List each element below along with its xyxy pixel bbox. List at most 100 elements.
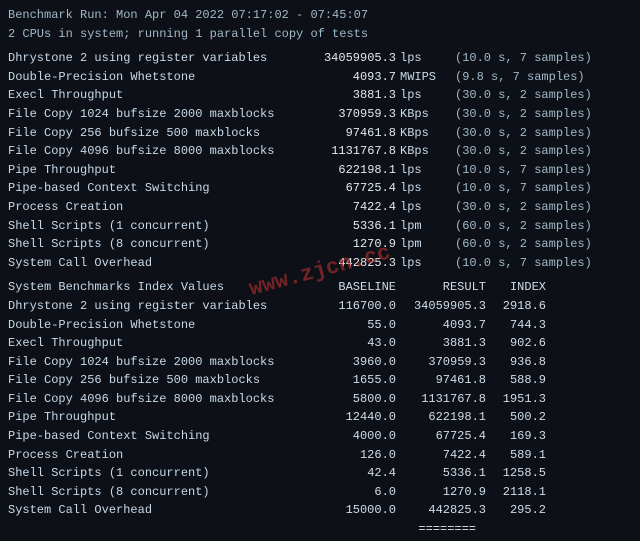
table-row: Shell Scripts (1 concurrent) 42.4 5336.1… <box>8 464 632 483</box>
table-row-baseline: 15000.0 <box>306 501 396 520</box>
perf-row-value: 5336.1 <box>306 217 396 236</box>
table-header-baseline: BASELINE <box>306 278 396 297</box>
table-row-name: System Call Overhead <box>8 501 306 520</box>
perf-row-name: Shell Scripts (1 concurrent) <box>8 217 306 236</box>
table-row-index: 589.1 <box>486 446 546 465</box>
perf-row-extra: (30.0 s, 2 samples) <box>451 124 592 143</box>
perf-row-name: File Copy 256 bufsize 500 maxblocks <box>8 124 306 143</box>
table-row-index: 295.2 <box>486 501 546 520</box>
table-row-baseline: 42.4 <box>306 464 396 483</box>
table-row-result: 7422.4 <box>396 446 486 465</box>
perf-row-extra: (10.0 s, 7 samples) <box>451 49 592 68</box>
table-row-name: Double-Precision Whetstone <box>8 316 306 335</box>
table-row-result: 5336.1 <box>396 464 486 483</box>
perf-row: System Call Overhead 442825.3 lps (10.0 … <box>8 254 632 273</box>
perf-row-name: Pipe-based Context Switching <box>8 179 306 198</box>
table-row-name: File Copy 256 bufsize 500 maxblocks <box>8 371 306 390</box>
table-row: Pipe-based Context Switching 4000.0 6772… <box>8 427 632 446</box>
perf-row: Pipe Throughput 622198.1 lps (10.0 s, 7 … <box>8 161 632 180</box>
table-row-result: 34059905.3 <box>396 297 486 316</box>
perf-row: Execl Throughput 3881.3 lps (30.0 s, 2 s… <box>8 86 632 105</box>
table-row-baseline: 43.0 <box>306 334 396 353</box>
perf-row-value: 34059905.3 <box>306 49 396 68</box>
perf-row-extra: (30.0 s, 2 samples) <box>451 198 592 217</box>
perf-row-name: File Copy 4096 bufsize 8000 maxblocks <box>8 142 306 161</box>
table-row-name: File Copy 4096 bufsize 8000 maxblocks <box>8 390 306 409</box>
table-row-result: 1131767.8 <box>396 390 486 409</box>
table-row: Process Creation 126.0 7422.4 589.1 <box>8 446 632 465</box>
table-row-result: 370959.3 <box>396 353 486 372</box>
table-row-index: 744.3 <box>486 316 546 335</box>
perf-row-value: 370959.3 <box>306 105 396 124</box>
table-row-result: 97461.8 <box>396 371 486 390</box>
table-row-name: Pipe-based Context Switching <box>8 427 306 446</box>
table-row: System Call Overhead 15000.0 442825.3 29… <box>8 501 632 520</box>
perf-row-extra: (10.0 s, 7 samples) <box>451 254 592 273</box>
terminal: www.zjcn.cc Benchmark Run: Mon Apr 04 20… <box>0 0 640 541</box>
table-row-baseline: 12440.0 <box>306 408 396 427</box>
perf-row: Shell Scripts (8 concurrent) 1270.9 lpm … <box>8 235 632 254</box>
perf-row-value: 1131767.8 <box>306 142 396 161</box>
perf-row: File Copy 1024 bufsize 2000 maxblocks 37… <box>8 105 632 124</box>
table-row-index: 2118.1 <box>486 483 546 502</box>
table-row-name: Dhrystone 2 using register variables <box>8 297 306 316</box>
table-row-baseline: 5800.0 <box>306 390 396 409</box>
perf-row-unit: lpm <box>396 235 451 254</box>
table-row: Dhrystone 2 using register variables 116… <box>8 297 632 316</box>
table-row-index: 1258.5 <box>486 464 546 483</box>
table-row-index: 936.8 <box>486 353 546 372</box>
perf-row-name: Execl Throughput <box>8 86 306 105</box>
table-row-result: 1270.9 <box>396 483 486 502</box>
perf-row-name: System Call Overhead <box>8 254 306 273</box>
table-row-name: Pipe Throughput <box>8 408 306 427</box>
perf-row-extra: (60.0 s, 2 samples) <box>451 235 592 254</box>
perf-row-name: Dhrystone 2 using register variables <box>8 49 306 68</box>
perf-row-value: 7422.4 <box>306 198 396 217</box>
table-header-row: System Benchmarks Index Values BASELINE … <box>8 278 632 297</box>
table-row-name: Execl Throughput <box>8 334 306 353</box>
perf-row-extra: (10.0 s, 7 samples) <box>451 179 592 198</box>
table-row: Shell Scripts (8 concurrent) 6.0 1270.9 … <box>8 483 632 502</box>
table-row-result: 442825.3 <box>396 501 486 520</box>
perf-row-value: 3881.3 <box>306 86 396 105</box>
perf-row-value: 622198.1 <box>306 161 396 180</box>
table-header-name: System Benchmarks Index Values <box>8 278 306 297</box>
table-row-index: 2918.6 <box>486 297 546 316</box>
perf-row-unit: lps <box>396 86 451 105</box>
perf-row-unit: lps <box>396 179 451 198</box>
perf-row: Pipe-based Context Switching 67725.4 lps… <box>8 179 632 198</box>
perf-row: Double-Precision Whetstone 4093.7 MWIPS … <box>8 68 632 87</box>
perf-row-unit: lps <box>396 198 451 217</box>
table-header-result: RESULT <box>396 278 486 297</box>
table-row-baseline: 4000.0 <box>306 427 396 446</box>
table-row-baseline: 116700.0 <box>306 297 396 316</box>
table-row-name: Shell Scripts (1 concurrent) <box>8 464 306 483</box>
perf-row-unit: KBps <box>396 142 451 161</box>
perf-row-extra: (60.0 s, 2 samples) <box>451 217 592 236</box>
perf-row-unit: lps <box>396 49 451 68</box>
table-row: Execl Throughput 43.0 3881.3 902.6 <box>8 334 632 353</box>
perf-row-name: File Copy 1024 bufsize 2000 maxblocks <box>8 105 306 124</box>
table-row-baseline: 55.0 <box>306 316 396 335</box>
performance-rows: Dhrystone 2 using register variables 340… <box>8 49 632 272</box>
perf-row-extra: (30.0 s, 2 samples) <box>451 142 592 161</box>
perf-row: File Copy 4096 bufsize 8000 maxblocks 11… <box>8 142 632 161</box>
perf-row-name: Pipe Throughput <box>8 161 306 180</box>
table-row-result: 67725.4 <box>396 427 486 446</box>
perf-row-extra: (10.0 s, 7 samples) <box>451 161 592 180</box>
perf-row-value: 442825.3 <box>306 254 396 273</box>
perf-row-extra: (30.0 s, 2 samples) <box>451 86 592 105</box>
header-line-2: 2 CPUs in system; running 1 parallel cop… <box>8 25 632 44</box>
table-data-rows: Dhrystone 2 using register variables 116… <box>8 297 632 520</box>
perf-row-unit: lps <box>396 254 451 273</box>
perf-row-unit: KBps <box>396 105 451 124</box>
table-row: File Copy 1024 bufsize 2000 maxblocks 39… <box>8 353 632 372</box>
perf-row-value: 4093.7 <box>306 68 396 87</box>
table-row-index: 500.2 <box>486 408 546 427</box>
perf-row-name: Double-Precision Whetstone <box>8 68 306 87</box>
perf-row-value: 67725.4 <box>306 179 396 198</box>
perf-row: File Copy 256 bufsize 500 maxblocks 9746… <box>8 124 632 143</box>
perf-row-name: Process Creation <box>8 198 306 217</box>
table-row-result: 3881.3 <box>396 334 486 353</box>
table-row: Double-Precision Whetstone 55.0 4093.7 7… <box>8 316 632 335</box>
